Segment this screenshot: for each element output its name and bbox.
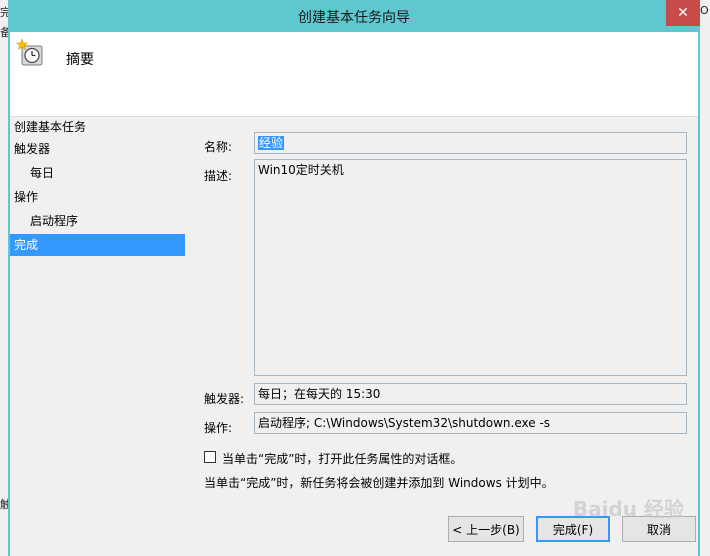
nav-step-start-program[interactable]: 启动程序 [10, 210, 206, 232]
dialog-client: 摘要 创建基本任务 触发器 每日 操作 启动程序 完成 名称: 经验 描述: W… [10, 32, 698, 556]
window-title: 创建基本任务向导 [298, 10, 410, 26]
trigger-value: 每日；在每天的 15:30 [258, 387, 381, 401]
action-label: 操作: [204, 421, 233, 435]
name-label: 名称: [204, 140, 233, 154]
trigger-field[interactable]: 每日；在每天的 15:30 [254, 383, 687, 405]
background-text: O [700, 4, 709, 17]
nav-step-label: 启动程序 [30, 214, 79, 228]
wizard-header: 摘要 [10, 32, 698, 117]
description-value: Win10定时关机 [258, 163, 344, 177]
task-wizard-dialog: 创建基本任务向导 ✕ 摘要 创建基本任务 触发器 每日 操作 启动程序 完成 名… [8, 0, 700, 556]
open-properties-checkbox[interactable] [204, 451, 216, 463]
background-window-right: O [700, 0, 710, 556]
nav-step-trigger[interactable]: 触发器 [10, 138, 190, 160]
action-field[interactable]: 启动程序; C:\Windows\System32\shutdown.exe -… [254, 412, 687, 434]
nav-step-daily[interactable]: 每日 [10, 162, 206, 184]
page-title: 摘要 [66, 52, 94, 68]
cancel-button-label: 取消 [646, 522, 671, 537]
close-icon: ✕ [677, 5, 689, 21]
name-value: 经验 [258, 136, 285, 150]
back-button-label: < 上一步(B) [452, 522, 520, 537]
nav-step-action[interactable]: 操作 [10, 186, 190, 208]
nav-step-label: 触发器 [14, 142, 51, 156]
action-value: 启动程序; C:\Windows\System32\shutdown.exe -… [258, 416, 551, 430]
nav-step-label: 完成 [14, 238, 39, 252]
close-button[interactable]: ✕ [666, 0, 700, 26]
wizard-steps-nav: 创建基本任务 触发器 每日 操作 启动程序 完成 [10, 116, 186, 556]
baidu-watermark: Baidu 经验 [572, 497, 684, 521]
nav-step-label: 每日 [30, 166, 55, 180]
description-field[interactable]: Win10定时关机 [254, 159, 687, 376]
name-field[interactable]: 经验 [254, 132, 687, 154]
task-clock-icon [16, 38, 43, 66]
checkbox-label[interactable]: 当单击“完成”时，打开此任务属性的对话框。 [222, 450, 462, 467]
finish-button-label: 完成(F) [552, 522, 594, 537]
nav-step-label: 创建基本任务 [14, 120, 87, 134]
back-button[interactable]: < 上一步(B) [448, 516, 524, 542]
nav-step-label: 操作 [14, 190, 39, 204]
nav-step-create-basic-task[interactable]: 创建基本任务 [10, 116, 190, 138]
description-label: 描述: [204, 169, 233, 183]
info-text: 当单击“完成”时，新任务将会被创建并添加到 Windows 计划中。 [204, 476, 554, 490]
nav-step-finish[interactable]: 完成 [10, 234, 185, 256]
title-bar[interactable]: 创建基本任务向导 ✕ [8, 0, 700, 32]
trigger-label: 触发器: [204, 392, 245, 406]
